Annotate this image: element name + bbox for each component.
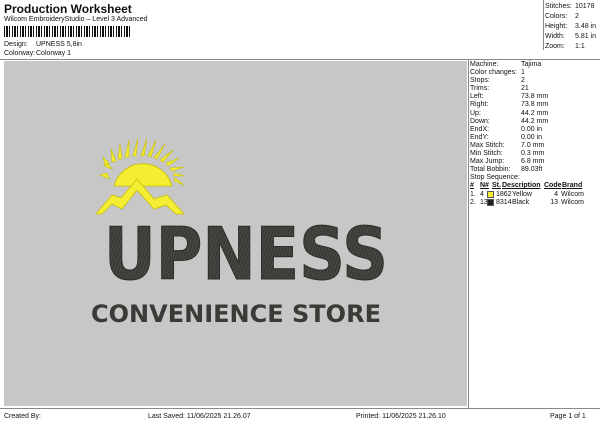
stop-row[interactable]: 1. 4 1862 Yellow 4 Wilcom	[470, 191, 598, 199]
colorway-value: Colorway 1	[36, 50, 72, 57]
barcode	[4, 26, 132, 37]
info-color-changes: Color changes: 1	[470, 69, 525, 77]
info-stops: Stops: 2	[470, 77, 525, 85]
colorway-row: Colorway:Colorway 1	[4, 50, 71, 57]
production-worksheet: Production Worksheet Wilcom EmbroiderySt…	[0, 0, 600, 424]
brand-tagline: CONVENIENCE STORE	[91, 300, 381, 328]
divider	[0, 408, 600, 409]
divider	[0, 59, 600, 60]
stat-colors: Colors: 2	[545, 13, 579, 20]
info-up: Up: 44.2 mm	[470, 109, 549, 117]
color-swatch-icon	[487, 199, 494, 207]
divider	[468, 59, 469, 408]
last-saved: Last Saved: 11/06/2025 21.26.07	[148, 413, 251, 420]
stop-sequence: Stop Sequence: # N# St. Description Code…	[470, 174, 598, 207]
design-label: Design:	[4, 41, 28, 48]
design-value: UPNESS 5,8in	[36, 41, 82, 48]
info-endx: EndX: 0.00 in	[470, 125, 543, 133]
stop-sequence-title: Stop Sequence:	[470, 174, 520, 182]
info-down: Down: 44.2 mm	[470, 117, 549, 125]
created-by: Created By:	[4, 413, 41, 420]
machine-info-panel: Machine: Tajima Color changes: 1 Stops: 2 T…	[470, 61, 598, 207]
embroidery-artwork: UPNESS CONVENIENCE STORE	[91, 137, 389, 328]
summary-stats: Stitches: 10178 Colors: 2 Height: 3.48 in W…	[545, 2, 596, 52]
software-name: Wilcom EmbroideryStudio – Level 3 Advanc…	[4, 16, 148, 23]
brand-wordmark: UPNESS	[104, 212, 388, 296]
design-preview[interactable]: UPNESS CONVENIENCE STORE	[4, 61, 467, 406]
printed: Printed: 11/06/2025 21.26.10	[356, 413, 446, 420]
stat-height: Height: 3.48 in	[545, 23, 597, 30]
info-max-stitch: Max Stitch: 7.0 mm	[470, 141, 545, 149]
info-min-stitch: Min Stitch: 0.3 mm	[470, 150, 545, 158]
stop-row[interactable]: 2. 13 8314 Black 13 Wilcom	[470, 199, 598, 207]
color-swatch-icon	[487, 191, 494, 199]
page-number: Page 1 of 1	[550, 413, 586, 420]
info-max-jump: Max Jump: 6.8 mm	[470, 158, 545, 166]
info-endy: EndY: 0.00 in	[470, 133, 543, 141]
stat-zoom: Zoom: 1:1	[545, 43, 585, 50]
page-title: Production Worksheet	[4, 2, 132, 16]
info-total-bobbin: Total Bobbin: 89.03ft	[470, 166, 543, 174]
info-machine: Machine: Tajima	[470, 61, 542, 68]
stat-width: Width: 5.81 in	[545, 33, 597, 40]
stop-sequence-header: # N# St. Description Code Brand	[470, 182, 583, 190]
info-right: Right: 73.8 mm	[470, 101, 549, 109]
divider	[543, 0, 544, 50]
info-left: Left: 73.8 mm	[470, 93, 549, 101]
mountain-logo	[95, 163, 185, 215]
design-row: Design: UPNESS 5,8in	[4, 41, 82, 48]
info-trims: Trims: 21	[470, 85, 529, 93]
stat-stitches: Stitches: 10178	[545, 3, 595, 10]
colorway-label: Colorway:	[4, 50, 36, 57]
